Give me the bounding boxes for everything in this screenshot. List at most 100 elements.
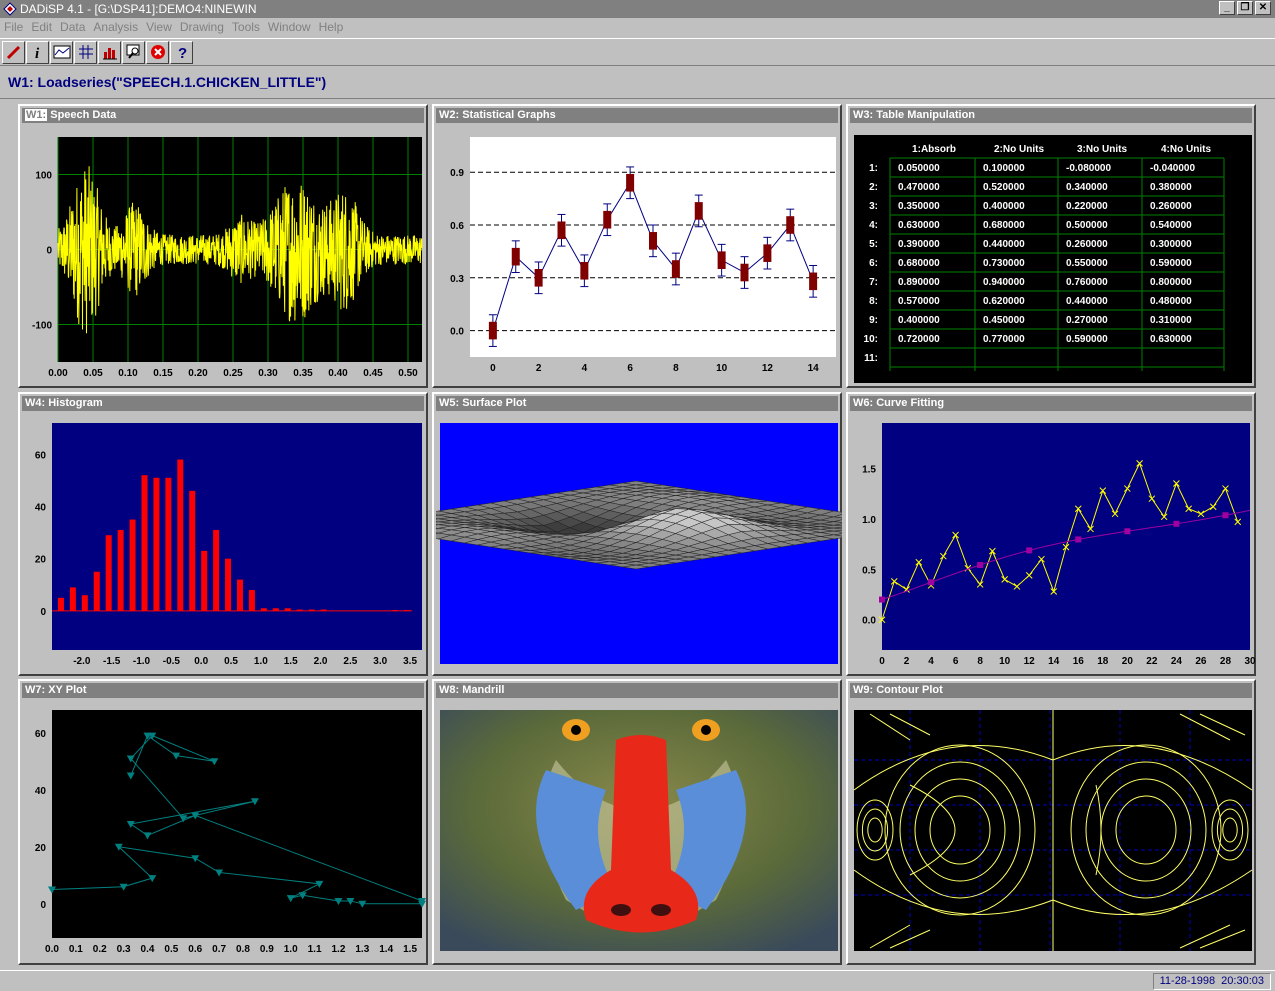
window-w6[interactable]: W6: Curve Fitting 0 2 4 6 8 10 12 14 16 18 20 22 24 2… [846,392,1256,676]
mandrill-image[interactable] [436,700,842,963]
window-title-w8: W8: Mandrill [436,683,838,698]
box-mark [488,321,497,340]
table-cell: 0.440000 [983,239,1025,250]
box-mark [763,244,772,262]
table-cell: 0.100000 [983,163,1025,174]
box-mark [580,261,589,280]
table-cell: 0.480000 [1150,296,1192,307]
bar-chart-icon[interactable] [98,40,121,64]
info-icon[interactable]: i [26,40,49,64]
x-tick-label: 2 [536,363,542,374]
grid-icon[interactable] [74,40,97,64]
menu-window[interactable]: Window [264,18,315,37]
box-mark [626,173,635,192]
x-tick-label: 1.1 [308,944,322,955]
stop-icon[interactable] [146,40,169,64]
y-tick-label: 20 [35,843,47,854]
curve-fitting-chart[interactable]: 0 2 4 6 8 10 12 14 16 18 20 22 24 26 28 301.51.00.50.0 [850,413,1256,674]
box-mark [809,272,818,291]
app-icon [3,2,17,16]
x-tick-label: 6 [627,363,633,374]
x-tick-label: 0.9 [260,944,274,955]
box-mark [649,232,657,250]
window-label-w1: W1: [25,109,48,121]
x-tick-label: 6 [953,656,959,667]
fit-point [1173,520,1180,527]
x-tick-label: -2.0 [73,656,91,667]
window-w4[interactable]: W4: Histogram -2.0 -1.5 -1.0 -0.5 0.0 0.5 1.0 1… [18,392,428,676]
x-tick-label: 26 [1195,656,1207,667]
pencil-icon[interactable] [2,40,25,64]
table-cell: 0.310000 [1150,315,1192,326]
command-line[interactable]: W1: Loadseries("SPEECH.1.CHICKEN_LITTLE"… [0,67,1275,99]
histogram-bar [284,608,291,611]
table-cell: 0.390000 [898,239,940,250]
window-w9[interactable]: W9: Contour Plot [846,679,1256,965]
x-tick-label: 1.4 [379,944,393,955]
x-tick-label: 4 [582,363,588,374]
x-tick-label: 0.05 [83,368,103,379]
menu-help[interactable]: Help [315,18,348,37]
x-tick-label: 0.5 [224,656,238,667]
x-tick-label: 10 [716,363,728,374]
menu-drawing[interactable]: Drawing [176,18,228,37]
left-nostril [611,904,631,916]
box-mark [534,269,543,287]
histogram-bar [177,459,184,611]
window-w3[interactable]: W3: Table Manipulation 1:Absorb 2:No Unit… [846,104,1256,388]
restore-button[interactable]: ❐ [1237,1,1253,15]
xy-plot[interactable]: 0.0 0.1 0.2 0.3 0.4 0.5 0.6 0.7 0.8 0.9 1.0 1.1 1.2 1… [22,700,428,963]
histogram-bar [404,610,411,611]
close-button[interactable]: ✕ [1255,1,1271,15]
x-tick-label: 0.30 [258,368,278,379]
x-tick-label: 0 [490,363,496,374]
column-header: 1:Absorb [912,144,956,155]
histogram-bar [141,475,148,611]
window-w2[interactable]: W2: Statistical Graphs 0 2 4 6 8 10 12 14 0.9 0.6… [432,104,842,388]
window-w5[interactable]: W5: Surface Plot [432,392,842,676]
table-cell: 0.760000 [1066,277,1108,288]
menu-view[interactable]: View [142,18,176,37]
fit-point [1026,547,1033,554]
help-icon[interactable]: ? [170,40,193,64]
table-cell: 0.520000 [983,182,1025,193]
x-tick-label: 0.1 [69,944,83,955]
menu-file[interactable]: File [0,18,27,37]
x-tick-label: 1.3 [355,944,369,955]
surface-plot[interactable] [436,413,842,674]
y-tick-label: -100 [32,321,52,332]
menu-edit[interactable]: Edit [27,18,56,37]
graph-icon[interactable] [50,40,73,64]
histogram-chart[interactable]: -2.0 -1.5 -1.0 -0.5 0.0 0.5 1.0 1.5 2.0 2.5 3.0 3.5… [22,413,428,674]
status-bar: 11-28-1998 20:30:03 [0,970,1275,991]
table-cell: 0.450000 [983,315,1025,326]
window-w8[interactable]: W8: Mandrill [432,679,842,965]
table-cell: 0.380000 [1150,182,1192,193]
menu-tools[interactable]: Tools [228,18,264,37]
menu-analysis[interactable]: Analysis [89,18,142,37]
minimize-button[interactable]: _ [1219,1,1235,15]
zoom-icon[interactable] [122,40,145,64]
x-tick-label: 0.6 [188,944,202,955]
table-cell: -0.080000 [1066,163,1111,174]
x-tick-label: 0.40 [328,368,348,379]
row-number: 4: [869,220,878,231]
box-mark [557,221,566,240]
box-mark [603,210,612,229]
statistical-chart[interactable]: 0 2 4 6 8 10 12 14 0.9 0.6 0.3 0.0 [436,125,842,386]
contour-plot[interactable] [850,700,1256,963]
menu-data[interactable]: Data [56,18,89,37]
table-cell: 0.260000 [1150,201,1192,212]
window-name-w1: Speech Data [50,109,117,121]
speech-chart[interactable]: 0.00 0.05 0.10 0.15 0.20 0.25 0.30 0.35 0.40 0.45… [22,125,428,386]
fit-point [879,596,885,603]
window-w7[interactable]: W7: XY Plot 0.0 0.1 0.2 0.3 0.4 0.5 0.6 0.7 0.8 0… [18,679,428,965]
x-tick-label: 12 [762,363,774,374]
x-tick-label: 14 [808,363,820,374]
box-mark [671,260,680,278]
window-w1[interactable]: W1: Speech Data 0.00 0.05 0.10 0.15 0.20 0.25… [18,104,428,388]
table-cell: 0.680000 [983,220,1025,231]
x-tick-label: 0.2 [93,944,107,955]
data-table[interactable]: 1:Absorb 2:No Units 3:No Units 4:No Units 1:… [850,125,1256,386]
row-number: 7: [869,277,878,288]
